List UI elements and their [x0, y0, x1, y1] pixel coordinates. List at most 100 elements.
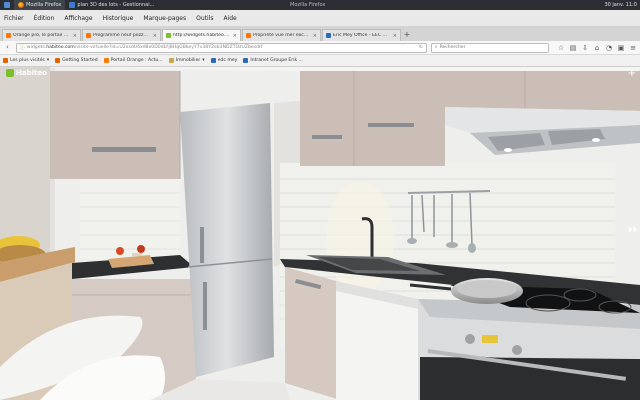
bookmark-immobilier[interactable]: Immobilier ▾	[168, 58, 205, 63]
close-icon[interactable]: ×	[233, 33, 237, 39]
clock: 30 janv. 11:0	[604, 2, 637, 8]
os-taskbar: Mozilla Firefox plan 3D des lots - Gesti…	[0, 0, 640, 10]
fridge-handle	[203, 282, 207, 330]
url-path: /visite-virtuelle?id=U2xsdU4xd8x0D0dLYjB…	[74, 44, 263, 50]
oven-display	[482, 335, 498, 343]
orange-favicon-icon	[103, 58, 109, 63]
url-text: widgets.habiteo.com/visite-virtuelle?id=…	[27, 44, 417, 52]
erik-favicon-icon	[243, 58, 249, 63]
bookmarks-toolbar: Les plus visités ▾ Getting Started Portai…	[0, 55, 640, 67]
url-host: habiteo.com	[46, 44, 75, 50]
taskbar-firefox-label: Mozilla Firefox	[26, 2, 62, 8]
navigation-bar: ‹ ⓘ widgets.habiteo.com/visite-virtuelle…	[0, 41, 640, 55]
orange-favicon-icon	[6, 33, 11, 38]
search-placeholder: Rechercher	[439, 44, 466, 50]
oven-knob	[465, 334, 475, 344]
back-arrow-icon[interactable]: ‹	[3, 43, 12, 52]
tab-label: http://widgets.habiteo.com/...	[173, 33, 231, 38]
orange-favicon-icon	[246, 33, 251, 38]
taskbar-firefox[interactable]: Mozilla Firefox	[14, 0, 66, 10]
tab-label: Programme neuf pozzo - myp...	[93, 33, 151, 38]
bookmark-label: Getting Started	[62, 58, 98, 63]
tab-label: Orange pro, le portail d'inform...	[13, 33, 71, 38]
cabinet-handle	[368, 123, 414, 127]
addon-icon[interactable]: ▣	[617, 44, 625, 52]
menu-fichier[interactable]: Fichier	[4, 15, 24, 22]
close-icon[interactable]: ×	[153, 33, 157, 39]
bookmark-label: Portail Orange : Actu...	[110, 58, 163, 63]
firefox-icon	[55, 58, 61, 63]
fridge	[180, 103, 274, 377]
habiteo-icon	[6, 69, 14, 77]
toolbar-icons: ☆ ▤ ⇩ ⌂ ◔ ▣ ≡	[557, 44, 637, 52]
menu-aide[interactable]: Aide	[223, 15, 236, 22]
bookmark-getting-started[interactable]: Getting Started	[55, 58, 98, 63]
menu-historique[interactable]: Historique	[103, 15, 134, 22]
reading-list-icon[interactable]: ▤	[569, 44, 577, 52]
folder-icon	[168, 58, 174, 63]
upper-cabinet-left	[50, 71, 180, 179]
cabinet-handle	[92, 147, 156, 152]
menubar: Fichier Édition Affichage Historique Mar…	[0, 10, 640, 27]
home-icon[interactable]: ⌂	[593, 44, 601, 52]
url-prefix: widgets.	[26, 44, 47, 50]
window-title: Mozilla Firefox	[290, 2, 326, 8]
bookmark-star-icon[interactable]: ☆	[557, 44, 565, 52]
close-icon[interactable]: ×	[73, 33, 77, 39]
zoom-in-button[interactable]: +	[628, 69, 636, 79]
bookmark-edc-mey[interactable]: edc mey	[210, 58, 238, 63]
bookmark-label: Intranet Groupe Erik ...	[250, 58, 303, 63]
erik-favicon-icon	[326, 33, 331, 38]
search-icon: ⌕	[434, 44, 438, 50]
hamburger-menu-icon[interactable]: ≡	[629, 44, 637, 52]
virtual-tour-viewer[interactable]: Habiteo + ⏵⏵	[0, 67, 640, 400]
orange-favicon-icon	[86, 33, 91, 38]
bookmark-label: edc mey	[217, 58, 238, 63]
close-icon[interactable]: ×	[393, 33, 397, 39]
search-bar[interactable]: ⌕ Rechercher	[430, 42, 549, 53]
tab-orange-pro[interactable]: Orange pro, le portail d'inform...×	[2, 29, 81, 41]
window-icon	[69, 2, 76, 8]
habiteo-logo[interactable]: Habiteo	[6, 69, 47, 77]
habiteo-brand-text: Habiteo	[16, 69, 47, 77]
close-icon[interactable]: ×	[313, 33, 317, 39]
cabinet-handle	[312, 135, 342, 139]
menu-affichage[interactable]: Affichage	[64, 15, 92, 22]
next-room-arrow-icon[interactable]: ⏵⏵	[628, 225, 637, 235]
taskbar-menu-button[interactable]	[0, 0, 14, 10]
erik-favicon-icon	[210, 58, 216, 63]
chevron-down-icon: ▾	[46, 58, 50, 63]
bookmark-label: Les plus visités	[10, 58, 45, 63]
url-bar[interactable]: ⓘ widgets.habiteo.com/visite-virtuelle?i…	[15, 42, 427, 53]
pocket-icon[interactable]: ◔	[605, 44, 613, 52]
menu-marque-pages[interactable]: Marque-pages	[143, 15, 186, 22]
firefox-icon	[18, 2, 24, 8]
tab-strip: Orange pro, le portail d'inform...× Prog…	[0, 27, 640, 41]
download-icon[interactable]: ⇩	[581, 44, 589, 52]
taskbar-other-window[interactable]: plan 3D des lots - Gestionnai...	[65, 0, 158, 10]
tab-propriete[interactable]: Propriété vue mer exception...×	[242, 29, 321, 41]
menu-outils[interactable]: Outils	[196, 15, 213, 22]
bookmark-portail-orange[interactable]: Portail Orange : Actu...	[103, 58, 163, 63]
tab-eric-mey[interactable]: Eric Mey Office - EEC MEY A...×	[322, 29, 401, 41]
new-tab-button[interactable]: +	[402, 29, 412, 41]
apps-icon	[4, 2, 10, 8]
tab-label: Eric Mey Office - EEC MEY A...	[333, 33, 391, 38]
upper-cabinet-center	[300, 71, 445, 166]
reload-icon[interactable]: ↻	[419, 44, 423, 52]
chevron-down-icon: ▾	[202, 58, 205, 63]
bookmark-intranet[interactable]: Intranet Groupe Erik ...	[243, 58, 303, 63]
tab-programme-neuf[interactable]: Programme neuf pozzo - myp...×	[82, 29, 161, 41]
tab-label: Propriété vue mer exception...	[253, 33, 311, 38]
upper-cabinet-right	[445, 71, 640, 111]
info-icon[interactable]: ⓘ	[20, 44, 25, 52]
taskbar-other-label: plan 3D des lots - Gestionnai...	[77, 2, 155, 8]
menu-edition[interactable]: Édition	[34, 15, 55, 22]
bookmark-label: Immobilier	[175, 58, 201, 63]
oven-knob	[512, 345, 522, 355]
habiteo-favicon-icon	[166, 33, 171, 38]
kitchen-scene[interactable]	[0, 67, 640, 400]
bookmark-most-visited[interactable]: Les plus visités ▾	[3, 58, 49, 63]
firefox-icon	[3, 58, 8, 63]
tab-habiteo[interactable]: http://widgets.habiteo.com/...×	[162, 29, 241, 41]
